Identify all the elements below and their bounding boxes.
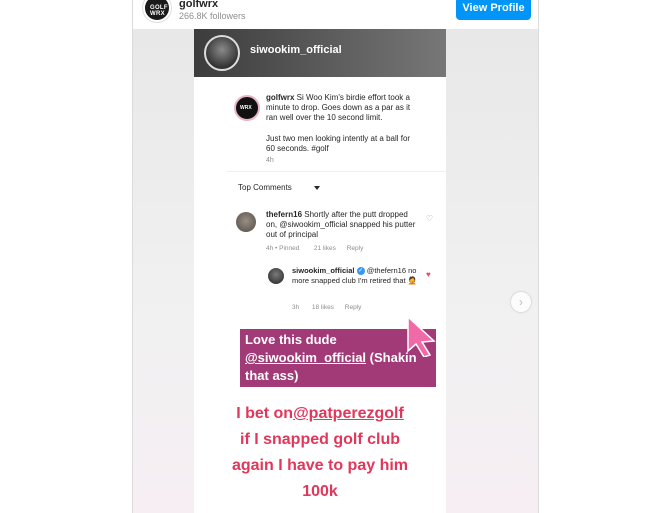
comment-meta: 4h • Pinned 21 likes Reply xyxy=(266,245,363,252)
profile-username[interactable]: golfwrx xyxy=(179,0,218,10)
heart-filled-icon: ♥ xyxy=(426,270,431,279)
reply-time: 3h xyxy=(292,304,300,311)
story-username: siwookim_official xyxy=(250,44,342,56)
story-header: siwookim_official xyxy=(194,29,446,77)
reply-mention: @thefern16 xyxy=(364,266,407,275)
story-screenshot[interactable]: siwookim_official WRX golfwrx Si Woo Kim… xyxy=(194,29,446,513)
reply-user: siwookim_official xyxy=(292,266,355,275)
overlay-line-4: 100k xyxy=(302,483,338,500)
post-logo-text: WRX xyxy=(240,105,252,111)
sticker-line: Love this dude xyxy=(245,332,337,347)
comment-reply: Reply xyxy=(346,245,364,252)
post-logo: WRX xyxy=(234,95,260,121)
reply-avatar xyxy=(268,268,284,284)
avatar-logo-text: GOLF WRX xyxy=(150,5,168,17)
chevron-down-icon xyxy=(314,186,320,190)
heart-outline-icon: ♡ xyxy=(426,214,434,223)
reply-reply: Reply xyxy=(344,304,362,311)
verified-badge-icon: ✓ xyxy=(356,267,365,276)
embed-header: GOLF WRX golfwrx 266.8K followers View P… xyxy=(133,0,538,29)
comment-likes: 21 likes xyxy=(313,245,336,252)
post-caption-second: Just two men looking intently at a ball … xyxy=(266,134,411,153)
post-caption: golfwrx Si Woo Kim's birdie effort took … xyxy=(266,93,416,123)
view-profile-button[interactable]: View Profile xyxy=(456,0,531,20)
overlay-line-3: again I have to pay him xyxy=(231,457,409,474)
comment-user: thefern16 xyxy=(266,210,303,219)
comment-time: 4h xyxy=(266,245,274,252)
post-author: golfwrx xyxy=(266,93,295,102)
cursor-arrow-icon xyxy=(407,315,436,357)
overlay-line-2: if I snapped golf club xyxy=(240,431,400,448)
reply-meta: 3h 18 likes Reply xyxy=(292,304,361,311)
story-avatar xyxy=(204,35,240,71)
reply-text: siwookim_official ✓ @thefern16 no more s… xyxy=(292,266,422,286)
sticker-mention: @siwookim_official xyxy=(245,350,367,365)
overlay-text: I bet on@patperezgolf if I snapped golf … xyxy=(194,401,446,505)
reply-likes: 18 likes xyxy=(311,304,334,311)
media-area: siwookim_official WRX golfwrx Si Woo Kim… xyxy=(133,29,538,513)
divider xyxy=(226,171,446,172)
overlay-line-1: I bet on xyxy=(236,405,294,422)
comment-text: thefern16 Shortly after the putt dropped… xyxy=(266,210,416,240)
instagram-embed: GOLF WRX golfwrx 266.8K followers View P… xyxy=(132,0,539,513)
overlay-mention: @patperezgolf xyxy=(293,405,404,422)
follower-count: 266.8K followers xyxy=(179,11,246,21)
profile-avatar[interactable]: GOLF WRX xyxy=(143,0,171,22)
top-comments-label: Top Comments xyxy=(238,183,292,192)
comment-avatar xyxy=(236,212,256,232)
embedded-post: WRX golfwrx Si Woo Kim's birdie effort t… xyxy=(226,87,446,357)
comment-pinned: • Pinned xyxy=(275,245,300,252)
post-time: 4h xyxy=(266,157,274,164)
chevron-right-icon[interactable]: › xyxy=(511,292,531,312)
